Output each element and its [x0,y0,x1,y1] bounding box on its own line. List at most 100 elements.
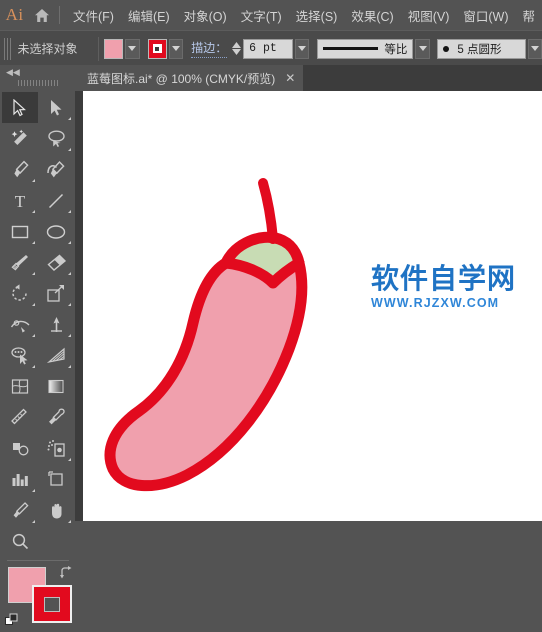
tool-hand-tool[interactable] [38,495,74,526]
stroke-swatch[interactable] [148,38,167,59]
tool-empty-slot [38,526,74,557]
close-icon[interactable]: ✕ [285,72,295,84]
menu-item-window[interactable]: 窗口(W) [456,2,515,29]
tool-selection-tool[interactable] [2,92,38,123]
stroke-swatch-inner [152,44,162,53]
tool-magic-wand-tool[interactable] [2,123,38,154]
flyout-indicator-icon [68,148,71,151]
menu-item-file[interactable]: 文件(F) [66,2,121,29]
flyout-indicator-icon [32,334,35,337]
flyout-indicator-icon [68,241,71,244]
flyout-indicator-icon [32,303,35,306]
tools-panel-collapse-icon[interactable]: ◀◀ [0,65,75,79]
flyout-indicator-icon [68,272,71,275]
flyout-indicator-icon [32,179,35,182]
fill-swatch-dropdown[interactable] [125,38,140,59]
tool-column-graph-tool[interactable] [2,464,38,495]
stroke-weight-dropdown[interactable] [294,38,310,59]
artboard[interactable]: 软件自学网 WWW.RJZXW.COM [83,91,542,521]
width-profile-display[interactable]: 等比 [316,38,414,59]
width-profile-dropdown[interactable] [415,38,430,59]
flyout-indicator-icon [32,520,35,523]
canvas-area[interactable]: 软件自学网 WWW.RJZXW.COM [75,91,542,521]
document-tab[interactable]: 蓝莓图标.ai* @ 100% (CMYK/预览) ✕ [75,65,304,91]
menu-bar: Ai 文件(F) 编辑(E) 对象(O) 文字(T) 选择(S) 效果(C) 视… [0,0,542,30]
tool-lasso-tool[interactable] [38,123,74,154]
width-profile-line-icon [322,47,379,50]
tool-line-segment-tool[interactable] [38,185,74,216]
tool-symbol-sprayer-tool[interactable] [38,433,74,464]
tools-panel-grip[interactable] [17,80,58,86]
flyout-indicator-icon [68,303,71,306]
default-fill-stroke-icon[interactable] [5,613,19,627]
stroke-weight-label[interactable]: 描边： [191,39,228,58]
tool-eyedropper-tool[interactable] [38,402,74,433]
flyout-indicator-icon [68,117,71,120]
tool-ellipse-tool[interactable] [38,216,74,247]
stroke-weight-stepper[interactable] [231,39,242,59]
brush-definition-label: 5 点圆形 [457,43,502,56]
flyout-indicator-icon [68,210,71,213]
tool-shape-builder-tool[interactable] [2,340,38,371]
tools-panel-divider [6,560,69,561]
tool-slice-tool[interactable] [2,495,38,526]
tool-rectangle-tool[interactable] [2,216,38,247]
flyout-indicator-icon [68,458,71,461]
tool-pen-tool[interactable] [2,154,38,185]
tool-paintbrush-tool[interactable] [2,247,38,278]
menu-item-select[interactable]: 选择(S) [289,2,345,29]
control-bar-grip[interactable] [4,37,12,60]
swap-fill-stroke-icon[interactable] [59,566,73,580]
tool-blend-tool[interactable] [2,433,38,464]
tool-direct-selection-tool[interactable] [38,92,74,123]
selection-status-label: 未选择对象 [17,42,78,56]
flyout-indicator-icon [32,272,35,275]
tool-measure-tool[interactable] [2,402,38,433]
tool-rotate-tool[interactable] [2,278,38,309]
tool-free-transform-tool[interactable] [38,309,74,340]
fill-swatch[interactable] [104,38,124,59]
tool-zoom-tool[interactable] [2,526,38,557]
flyout-indicator-icon [32,241,35,244]
width-profile-label: 等比 [384,43,408,56]
tool-gradient-tool[interactable] [38,371,74,402]
menu-item-effect[interactable]: 效果(C) [344,2,400,29]
chili-pepper-illustration[interactable] [83,91,542,521]
tool-grid: T [2,92,74,557]
flyout-indicator-icon [32,210,35,213]
tool-curvature-tool[interactable] [38,154,74,185]
flyout-indicator-icon [32,489,35,492]
canvas-gutter [75,91,83,521]
menu-item-list: 文件(F) 编辑(E) 对象(O) 文字(T) 选择(S) 效果(C) 视图(V… [66,2,542,29]
home-icon[interactable] [29,0,55,30]
tool-scale-tool[interactable] [38,278,74,309]
flyout-indicator-icon [68,365,71,368]
control-separator-1 [97,36,99,61]
tool-width-warp-tool[interactable] [2,309,38,340]
menu-item-type[interactable]: 文字(T) [234,2,289,29]
stroke-weight-input[interactable]: 6 pt [243,38,293,59]
menu-divider [59,6,60,24]
brush-definition-dropdown[interactable] [527,38,542,59]
tool-shaper-eraser-tool[interactable] [38,247,74,278]
menu-item-view[interactable]: 视图(V) [401,2,457,29]
stroke-swatch-dropdown[interactable] [168,38,184,59]
menu-item-edit[interactable]: 编辑(E) [121,2,177,29]
tool-artboard-tool[interactable] [38,464,74,495]
brush-dot-icon [443,45,450,52]
panel-stroke-swatch[interactable] [32,585,72,623]
document-tab-bar: 蓝莓图标.ai* @ 100% (CMYK/预览) ✕ [75,65,542,91]
illustrator-window: Ai 文件(F) 编辑(E) 对象(O) 文字(T) 选择(S) 效果(C) 视… [0,0,542,625]
tool-type-tool[interactable]: T [2,185,38,216]
menu-item-help[interactable]: 帮 [515,2,542,29]
flyout-indicator-icon [68,520,71,523]
brush-definition-display[interactable]: 5 点圆形 [437,38,526,59]
svg-text:T: T [15,192,26,210]
document-tab-title: 蓝莓图标.ai* @ 100% (CMYK/预览) [87,71,276,86]
tools-panel: ◀◀ T [0,65,75,625]
tool-mesh-tool[interactable] [2,371,38,402]
app-logo: Ai [5,5,24,24]
fill-stroke-widget [4,565,76,627]
menu-item-object[interactable]: 对象(O) [177,2,234,29]
tool-perspective-grid-tool[interactable] [38,340,74,371]
